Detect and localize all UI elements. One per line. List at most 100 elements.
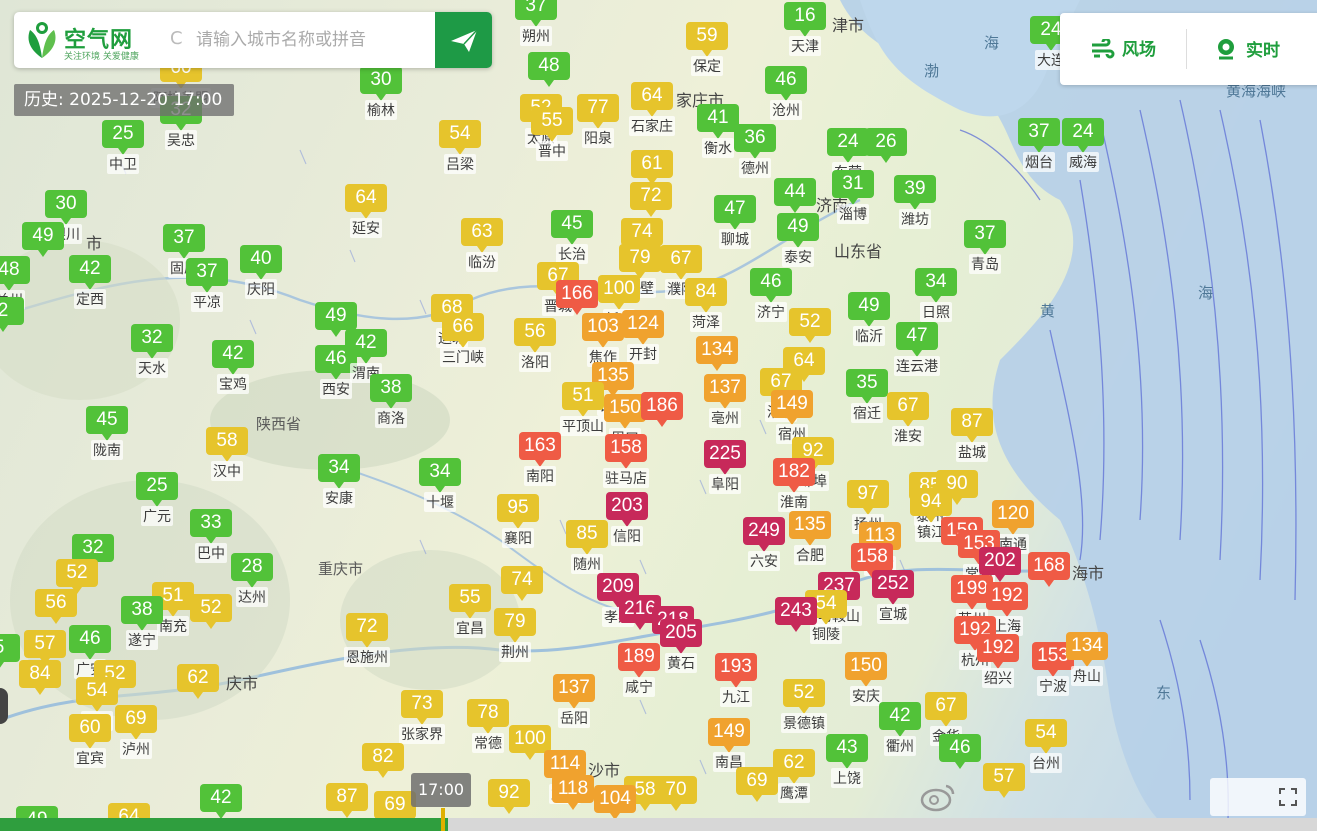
aqi-station-marker[interactable]: 134	[696, 336, 738, 372]
aqi-station-marker[interactable]: 46 沧州	[765, 66, 807, 120]
aqi-station-marker[interactable]: 104	[594, 785, 636, 821]
aqi-station-marker[interactable]: 56	[35, 589, 77, 625]
aqi-station-marker[interactable]: 49	[22, 222, 64, 258]
aqi-station-marker[interactable]: 52	[190, 594, 232, 630]
aqi-station-marker[interactable]: 168	[1028, 552, 1070, 588]
aqi-station-marker[interactable]: 78 常德	[467, 699, 509, 753]
aqi-station-marker[interactable]: 49 临沂	[848, 292, 890, 346]
aqi-station-marker[interactable]: 43 上饶	[826, 734, 868, 788]
aqi-station-marker[interactable]: 32 天水	[131, 324, 173, 378]
aqi-station-marker[interactable]: 252 宣城	[872, 570, 914, 624]
aqi-map[interactable]: 津市 家庄市 济南 山东省 陕西省 重庆市 庆市 沙市 海市渤海黄海东黄海海峡市 37 朔州 59 保…	[0, 0, 1317, 831]
wind-field-toggle[interactable]: 风场	[1090, 37, 1156, 63]
aqi-station-marker[interactable]: 135 合肥	[789, 511, 831, 565]
aqi-station-marker[interactable]: 149 宿州	[771, 390, 813, 444]
search-button[interactable]	[435, 12, 492, 68]
aqi-station-marker[interactable]: 24 威海	[1062, 118, 1104, 172]
aqi-station-marker[interactable]: 79 荆州	[494, 608, 536, 662]
aqi-station-marker[interactable]: 192 绍兴	[977, 634, 1019, 688]
aqi-station-marker[interactable]: 37 平凉	[186, 258, 228, 312]
aqi-station-marker[interactable]: 72 恩施州	[344, 613, 390, 667]
aqi-station-marker[interactable]: 56 洛阳	[514, 318, 556, 372]
aqi-station-marker[interactable]: 163 南阳	[519, 432, 561, 486]
aqi-station-marker[interactable]: 95 襄阳	[497, 494, 539, 548]
aqi-station-marker[interactable]: 57	[983, 763, 1025, 799]
aqi-station-marker[interactable]: 97扬州	[847, 480, 889, 534]
fullscreen-icon[interactable]	[1278, 787, 1298, 807]
aqi-station-marker[interactable]: 38 商洛	[370, 374, 412, 428]
aqi-station-marker[interactable]: 55 宜昌	[449, 584, 491, 638]
aqi-station-marker[interactable]: 46	[939, 734, 981, 770]
aqi-station-marker[interactable]: 100新乡	[598, 275, 640, 329]
aqi-station-marker[interactable]: 55 晋中	[531, 107, 573, 161]
aqi-station-marker[interactable]: 67 淮安	[887, 392, 929, 446]
aqi-station-marker[interactable]: 69	[736, 767, 778, 803]
aqi-station-marker[interactable]: 243	[775, 597, 817, 633]
aqi-station-marker[interactable]: 45 长治	[551, 210, 593, 264]
aqi-station-marker[interactable]: 205 黄石	[660, 619, 702, 673]
aqi-station-marker[interactable]: 84 菏泽	[685, 278, 727, 332]
aqi-station-marker[interactable]: 77 阳泉	[577, 94, 619, 148]
search-input[interactable]	[194, 24, 428, 56]
aqi-station-marker[interactable]: 34 安康	[318, 454, 360, 508]
aqi-station-marker[interactable]: 63 临汾	[461, 218, 503, 272]
aqi-station-marker[interactable]: 34 日照	[915, 268, 957, 322]
aqi-station-marker[interactable]: 30 榆林	[360, 66, 402, 120]
aqi-station-marker[interactable]: 137 亳州	[704, 374, 746, 428]
aqi-station-marker[interactable]: 54 台州	[1025, 719, 1067, 773]
aqi-station-marker[interactable]: 48	[528, 52, 570, 88]
aqi-station-marker[interactable]: 31 淄博	[832, 170, 874, 224]
aqi-station-marker[interactable]: 118	[552, 775, 594, 811]
aqi-station-marker[interactable]: 149 南昌	[708, 718, 750, 772]
aqi-station-marker[interactable]: 52 景德镇	[781, 679, 827, 733]
aqi-station-marker[interactable]: 37 固原	[163, 224, 205, 278]
aqi-station-marker[interactable]: 39 潍坊	[894, 175, 936, 229]
aqi-station-marker[interactable]: 58 汉中	[206, 427, 248, 481]
aqi-station-marker[interactable]: 60 宜宾	[69, 714, 111, 768]
aqi-station-marker[interactable]: 40 庆阳	[240, 245, 282, 299]
aqi-station-marker[interactable]: 33 巴中	[190, 509, 232, 563]
timeline-handle[interactable]	[441, 808, 445, 831]
aqi-station-marker[interactable]: 186	[641, 392, 683, 428]
map-tools[interactable]	[1210, 778, 1306, 816]
aqi-station-marker[interactable]: 37 烟台	[1018, 118, 1060, 172]
aqi-station-marker[interactable]: 54乐山	[76, 677, 118, 731]
aqi-station-marker[interactable]: 30 银川	[45, 190, 87, 244]
realtime-toggle[interactable]: 实时	[1214, 37, 1280, 63]
aqi-station-marker[interactable]: 64 石家庄	[629, 82, 675, 136]
aqi-station-marker[interactable]: 45 陇南	[86, 406, 128, 460]
aqi-station-marker[interactable]: 166	[556, 280, 598, 316]
aqi-station-marker[interactable]: 134 舟山	[1066, 632, 1108, 686]
aqi-station-marker[interactable]: 69 泸州	[115, 705, 157, 759]
aqi-station-marker[interactable]: 61	[631, 150, 673, 186]
aqi-station-marker[interactable]: 158 驻马店	[603, 434, 649, 488]
aqi-station-marker[interactable]: 62 鹰潭	[773, 749, 815, 803]
aqi-station-marker[interactable]: 225 阜阳	[704, 440, 746, 494]
aqi-station-marker[interactable]: 87	[326, 783, 368, 819]
aqi-station-marker[interactable]: 103 焦作	[582, 313, 624, 367]
aqi-station-marker[interactable]: 52	[789, 308, 831, 344]
aqi-station-marker[interactable]: 189 咸宁	[618, 643, 660, 697]
aqi-station-marker[interactable]: 67 濮阳	[660, 245, 702, 299]
aqi-station-marker[interactable]: 42 衢州	[879, 702, 921, 756]
aqi-station-marker[interactable]: 24东营	[827, 128, 869, 182]
aqi-station-marker[interactable]: 150 安庆	[845, 652, 887, 706]
aqi-station-marker[interactable]: 72	[630, 182, 672, 218]
timeline-bar[interactable]	[0, 818, 1317, 831]
aqi-station-marker[interactable]: 150周口	[604, 394, 646, 448]
aqi-station-marker[interactable]: 34 十堰	[419, 458, 461, 512]
aqi-station-marker[interactable]: 42	[200, 784, 242, 820]
aqi-station-marker[interactable]: 64 延安	[345, 184, 387, 238]
aqi-station-marker[interactable]: 37 朔州	[515, 0, 557, 46]
aqi-station-marker[interactable]: 47 聊城	[714, 195, 756, 249]
aqi-station-marker[interactable]: 38 遂宁	[121, 596, 163, 650]
aqi-station-marker[interactable]: 67金华	[925, 692, 967, 746]
aqi-station-marker[interactable]: 47 连云港	[894, 322, 940, 376]
aqi-station-marker[interactable]: 124 开封	[622, 310, 664, 364]
aqi-station-marker[interactable]: 26	[865, 128, 907, 164]
side-collapse-button[interactable]	[0, 688, 8, 724]
aqi-station-marker[interactable]: 82	[362, 743, 404, 779]
aqi-station-marker[interactable]: 46 济宁	[750, 268, 792, 322]
aqi-station-marker[interactable]: 41 衡水	[697, 104, 739, 158]
aqi-station-marker[interactable]: 193 九江	[715, 653, 757, 707]
